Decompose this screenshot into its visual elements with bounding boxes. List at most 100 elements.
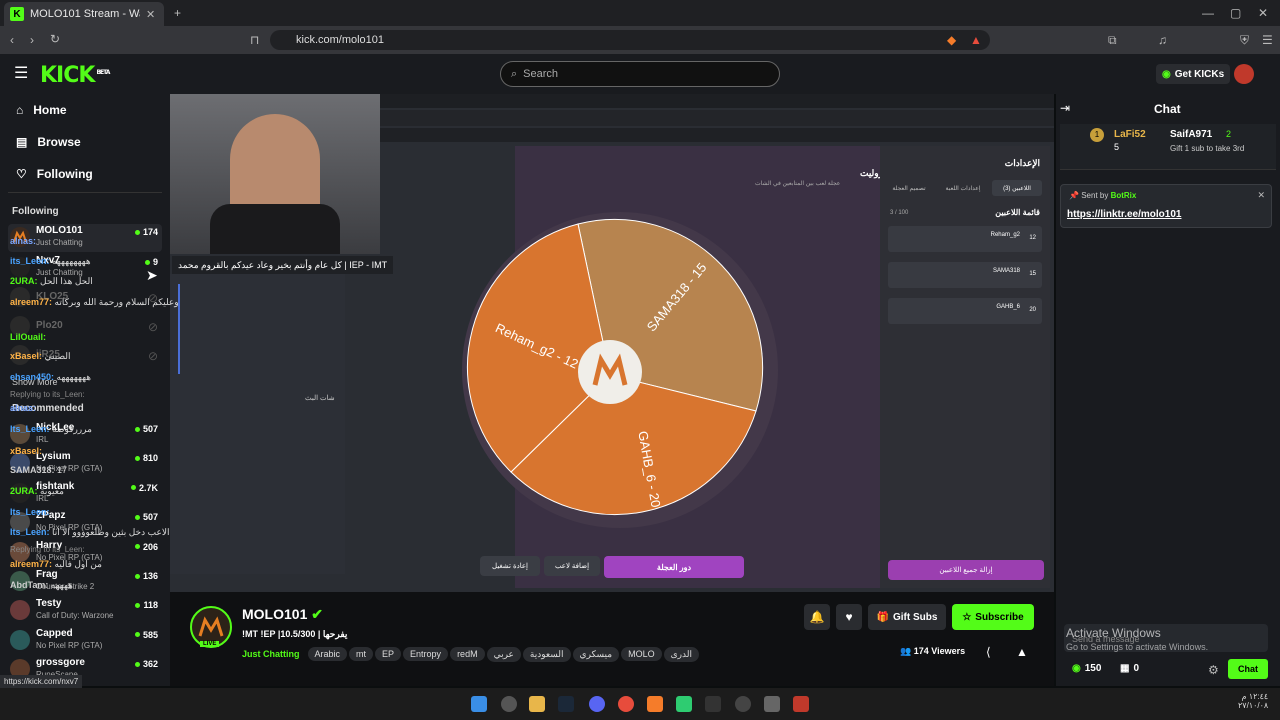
tag[interactable]: EP [375, 647, 402, 661]
get-kicks-button[interactable]: ◉ Get KICKs [1156, 64, 1231, 84]
chat-message[interactable]: 2URA: معيوبة [10, 486, 64, 497]
chat-message[interactable]: Its_Leen: [10, 507, 50, 517]
chat-username[interactable]: Its_Leen: [10, 527, 50, 537]
close-tab-icon[interactable]: ✕ [146, 8, 155, 21]
chat-message[interactable]: Its_Leen: الاعب دخل بثين وطلعوووو الا ان… [10, 527, 169, 538]
tab-game-settings[interactable]: إعدادات اللعبة [938, 180, 988, 196]
chat-message[interactable]: LilOuail: [10, 332, 46, 342]
url-field[interactable]: kick.com/molo101 [270, 30, 990, 50]
brave-shield-icon[interactable]: ◆ [947, 34, 956, 46]
unpin-icon[interactable]: ✕ [1257, 191, 1265, 200]
chat-message[interactable]: its_Leen: ههههههههه [10, 256, 91, 267]
player-row[interactable]: GAHB_6 20 [888, 298, 1042, 324]
chat-message[interactable]: alnas: [10, 403, 36, 413]
chat-message[interactable]: xBasel: [10, 446, 42, 456]
browser-tab[interactable]: K MOLO101 Stream - Watch Li ✕ [4, 2, 164, 26]
user-avatar[interactable] [1234, 64, 1254, 84]
tag[interactable]: MOLO [621, 647, 662, 661]
close-window-icon[interactable]: ✕ [1258, 7, 1268, 19]
kicks-balance[interactable]: ◉ 150 [1072, 663, 1101, 674]
tab-wheel-design[interactable]: تصميم العجلة [884, 180, 934, 196]
chat-message[interactable]: xBasel: الصيني [10, 351, 71, 362]
reload-icon[interactable]: ↻ [50, 33, 60, 45]
recommended-channel[interactable]: Capped No Pixel RP (GTA) 585 [8, 627, 162, 655]
file-explorer-icon[interactable] [529, 696, 545, 712]
chat-username[interactable]: alnas: [10, 403, 36, 413]
tab-players[interactable]: اللاعبين (3) [992, 180, 1042, 196]
chat-username[interactable]: xBasel: [10, 351, 42, 361]
add-player-button[interactable]: إضافة لاعب [544, 556, 600, 576]
search-input[interactable]: ⌕ Search [500, 61, 780, 87]
tag[interactable]: السعودية [522, 647, 571, 662]
nav-browse[interactable]: ▤ Browse [16, 135, 81, 149]
chat-username[interactable]: alreem77: [10, 297, 52, 307]
forward-icon[interactable]: › [30, 34, 34, 46]
notification-button[interactable]: 🔔 [804, 604, 830, 630]
tag[interactable]: redM [450, 647, 485, 661]
chat-message[interactable]: 2URA: الحل هذا الحل [10, 276, 93, 287]
brave-rewards-icon[interactable]: ▲ [970, 34, 982, 46]
app-icon[interactable] [764, 696, 780, 712]
collapse-chat-icon[interactable]: ⇥ [1060, 102, 1070, 114]
chat-message[interactable]: SAMA318: 17 [10, 465, 67, 475]
app-icon[interactable] [676, 696, 692, 712]
follow-button[interactable]: ♥ [836, 604, 862, 630]
video-player[interactable]: شات البث الروليت عجلة لعب بين المتابعين … [170, 94, 1054, 592]
pinned-message[interactable]: 📌 Sent by BotRix https://linktr.ee/molo1… [1060, 184, 1272, 228]
chat-username[interactable]: Its_Leen: [10, 507, 50, 517]
chat-username[interactable]: Its_Leen: [10, 424, 50, 434]
kick-logo[interactable]: KICK BETA [40, 63, 110, 88]
chat-username[interactable]: xBasel: [10, 446, 42, 456]
tag[interactable]: Entropy [403, 647, 449, 661]
chat-username[interactable]: alreem77: [10, 559, 52, 569]
chat-settings-icon[interactable]: ⚙ [1208, 664, 1219, 676]
points-balance[interactable]: ▦ 0 [1120, 663, 1139, 674]
report-icon[interactable]: ▲ [1016, 646, 1028, 658]
restart-button[interactable]: إعادة تشغيل [480, 556, 540, 576]
new-tab-icon[interactable]: + [174, 7, 181, 19]
hamburger-icon[interactable]: ☰ [14, 66, 28, 82]
chat-message[interactable]: alnas: [10, 236, 36, 246]
app-icon[interactable] [705, 696, 721, 712]
steam-icon[interactable] [558, 696, 574, 712]
tag[interactable]: ميسكري [572, 647, 620, 662]
tag[interactable]: Arabic [307, 647, 348, 661]
minimize-icon[interactable]: — [1202, 7, 1214, 19]
channel-name[interactable]: MOLO101 [242, 606, 307, 622]
menu-icon[interactable]: ☰ [1262, 34, 1273, 46]
discord-icon[interactable] [589, 696, 605, 712]
pinned-link[interactable]: https://linktr.ee/molo101 [1067, 209, 1181, 220]
back-icon[interactable]: ‹ [10, 34, 14, 46]
roulette-wheel[interactable]: SAMA318 - 15 Reham_g2 - 12 GAHB_6 - 20 [460, 210, 780, 530]
player-row[interactable]: Reham_g2 12 [888, 226, 1042, 252]
tag[interactable]: mt [349, 647, 374, 661]
spin-button[interactable]: دور العجلة [604, 556, 744, 578]
clock[interactable]: ١٢:٤٤ م ٢٧/١٠/٠٨ [1238, 692, 1268, 710]
chat-username[interactable]: ehsan450: [10, 372, 54, 382]
chat-username[interactable]: alnas: [10, 236, 36, 246]
send-chat-button[interactable]: Chat [1228, 659, 1268, 679]
chat-message[interactable]: alreem77: من اول فاليه [10, 559, 102, 570]
recommended-channel[interactable]: Testy Call of Duty: Warzone 118 [8, 597, 162, 625]
chat-message[interactable]: ehsan450: هههههههه [10, 372, 91, 383]
chat-message[interactable]: alreem77: وعليكم السلام ورحمة الله وبركا… [10, 297, 179, 308]
share-icon[interactable]: ⟨ [986, 646, 991, 658]
media-icon[interactable]: ♫ [1158, 34, 1167, 46]
tag[interactable]: الدرى [663, 647, 699, 662]
chat-username[interactable]: 2URA: [10, 486, 38, 496]
chat-username[interactable]: AbdTam: [10, 580, 48, 590]
extensions-icon[interactable]: ⧉ [1108, 34, 1117, 46]
gift-text[interactable]: Gift 1 sub to take 3rd [1170, 144, 1244, 153]
nav-following[interactable]: ♡ Following [16, 167, 93, 181]
app-icon[interactable] [793, 696, 809, 712]
chat-username[interactable]: 2URA: [10, 276, 38, 286]
chat-username[interactable]: its_Leen: [10, 256, 50, 266]
start-icon[interactable] [471, 696, 487, 712]
chat-username[interactable]: SAMA318: [10, 465, 55, 475]
tag[interactable]: عربي [486, 647, 521, 662]
subscribe-button[interactable]: ☆ Subscribe [952, 604, 1034, 630]
app-icon[interactable] [501, 696, 517, 712]
chat-username[interactable]: LilOuail: [10, 332, 46, 342]
chat-message[interactable]: AbdTam: ههههه [10, 580, 73, 591]
brave-icon[interactable] [647, 696, 663, 712]
